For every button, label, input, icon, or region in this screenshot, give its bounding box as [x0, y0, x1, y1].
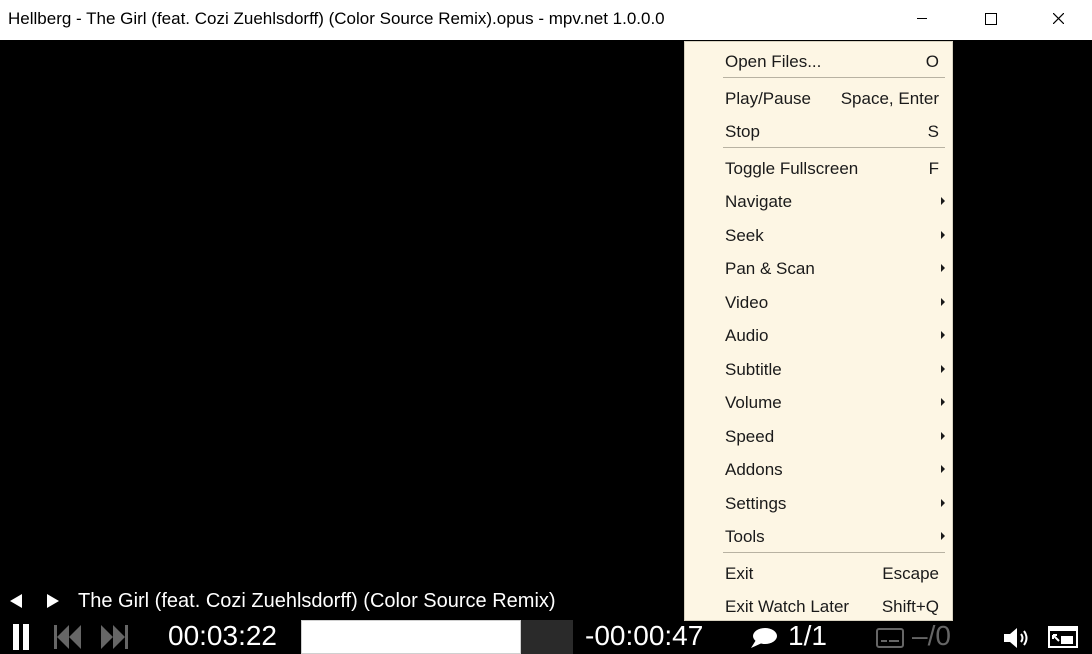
- menu-item-label: Seek: [725, 226, 764, 245]
- menu-item-speed[interactable]: Speed: [685, 420, 952, 452]
- menu-item-play-pause[interactable]: Play/Pause Space, Enter: [685, 82, 952, 114]
- menu-item-label: Video: [725, 293, 769, 312]
- seek-bar[interactable]: [301, 620, 573, 654]
- menu-item-label: Subtitle: [725, 360, 782, 379]
- submenu-arrow-icon: [941, 499, 945, 507]
- submenu-arrow-icon: [941, 331, 945, 339]
- menu-item-settings[interactable]: Settings: [685, 487, 952, 519]
- skip-forward-icon[interactable]: [98, 624, 130, 650]
- menu-item-label: Pan & Scan: [725, 259, 815, 278]
- seek-bar-fill: [301, 620, 522, 654]
- subtitle-track-count[interactable]: –/0: [912, 620, 951, 652]
- audio-track-count[interactable]: 1/1: [788, 620, 827, 652]
- next-icon[interactable]: [47, 594, 59, 608]
- menu-item-video[interactable]: Video: [685, 286, 952, 318]
- menu-item-label: Settings: [725, 494, 787, 513]
- menu-item-seek[interactable]: Seek: [685, 219, 952, 251]
- window-mode-icon[interactable]: [1048, 626, 1078, 648]
- menu-item-shortcut: Escape: [882, 564, 939, 583]
- window-title: Hellberg - The Girl (feat. Cozi Zuehlsdo…: [8, 9, 665, 28]
- menu-item-audio[interactable]: Audio: [685, 319, 952, 351]
- speaker-icon[interactable]: [1002, 626, 1030, 650]
- menu-item-label: Speed: [725, 427, 775, 446]
- menu-item-volume[interactable]: Volume: [685, 386, 952, 418]
- submenu-arrow-icon: [941, 465, 945, 473]
- menu-item-open-files[interactable]: Open Files... O: [685, 45, 952, 77]
- menu-separator: [723, 552, 945, 553]
- menu-item-navigate[interactable]: Navigate: [685, 185, 952, 217]
- context-menu: Open Files... O Play/Pause Space, Enter …: [684, 41, 953, 621]
- menu-separator: [723, 147, 945, 148]
- title-bar: Hellberg - The Girl (feat. Cozi Zuehlsdo…: [0, 0, 1092, 40]
- time-remaining[interactable]: -00:00:47: [585, 620, 703, 652]
- submenu-arrow-icon: [941, 264, 945, 272]
- menu-item-pan-scan[interactable]: Pan & Scan: [685, 252, 952, 284]
- submenu-arrow-icon: [941, 197, 945, 205]
- menu-item-label: Volume: [725, 393, 782, 412]
- submenu-arrow-icon: [941, 398, 945, 406]
- menu-item-subtitle[interactable]: Subtitle: [685, 353, 952, 385]
- menu-item-tools[interactable]: Tools: [685, 520, 952, 552]
- submenu-arrow-icon: [941, 432, 945, 440]
- menu-item-addons[interactable]: Addons: [685, 453, 952, 485]
- menu-item-label: Toggle Fullscreen: [725, 159, 859, 178]
- menu-item-label: Exit Watch Later: [725, 597, 850, 616]
- menu-item-label: Audio: [725, 326, 769, 345]
- submenu-arrow-icon: [941, 365, 945, 373]
- menu-item-stop[interactable]: Stop S: [685, 115, 952, 147]
- prev-icon[interactable]: [10, 594, 22, 608]
- menu-item-label: Open Files...: [725, 52, 822, 71]
- menu-item-exit[interactable]: Exit Escape: [685, 557, 952, 589]
- skip-back-icon[interactable]: [52, 624, 84, 650]
- close-icon[interactable]: [1024, 0, 1092, 40]
- menu-item-label: Tools: [725, 527, 765, 546]
- menu-item-shortcut: F: [928, 159, 939, 178]
- menu-item-label: Addons: [725, 460, 783, 479]
- maximize-icon[interactable]: [956, 0, 1024, 40]
- menu-item-label: Stop: [725, 122, 760, 141]
- menu-item-label: Navigate: [725, 192, 793, 211]
- speech-bubble-icon[interactable]: [750, 626, 778, 650]
- menu-item-shortcut: S: [927, 122, 939, 141]
- submenu-arrow-icon: [941, 298, 945, 306]
- menu-item-shortcut: Space, Enter: [840, 89, 939, 108]
- minimize-icon[interactable]: [888, 0, 956, 40]
- menu-item-shortcut: Shift+Q: [881, 597, 939, 616]
- menu-item-shortcut: O: [925, 52, 939, 71]
- pause-icon[interactable]: [12, 624, 30, 650]
- menu-item-exit-watch-later[interactable]: Exit Watch Later Shift+Q: [685, 590, 952, 622]
- menu-item-label: Play/Pause: [725, 89, 811, 108]
- submenu-arrow-icon: [941, 231, 945, 239]
- subtitle-icon[interactable]: [876, 628, 904, 648]
- submenu-arrow-icon: [941, 532, 945, 540]
- time-position[interactable]: 00:03:22: [168, 620, 277, 652]
- menu-item-toggle-fullscreen[interactable]: Toggle Fullscreen F: [685, 152, 952, 184]
- menu-separator: [723, 77, 945, 78]
- menu-item-label: Exit: [725, 564, 754, 583]
- media-title[interactable]: The Girl (feat. Cozi Zuehlsdorff) (Color…: [78, 590, 556, 613]
